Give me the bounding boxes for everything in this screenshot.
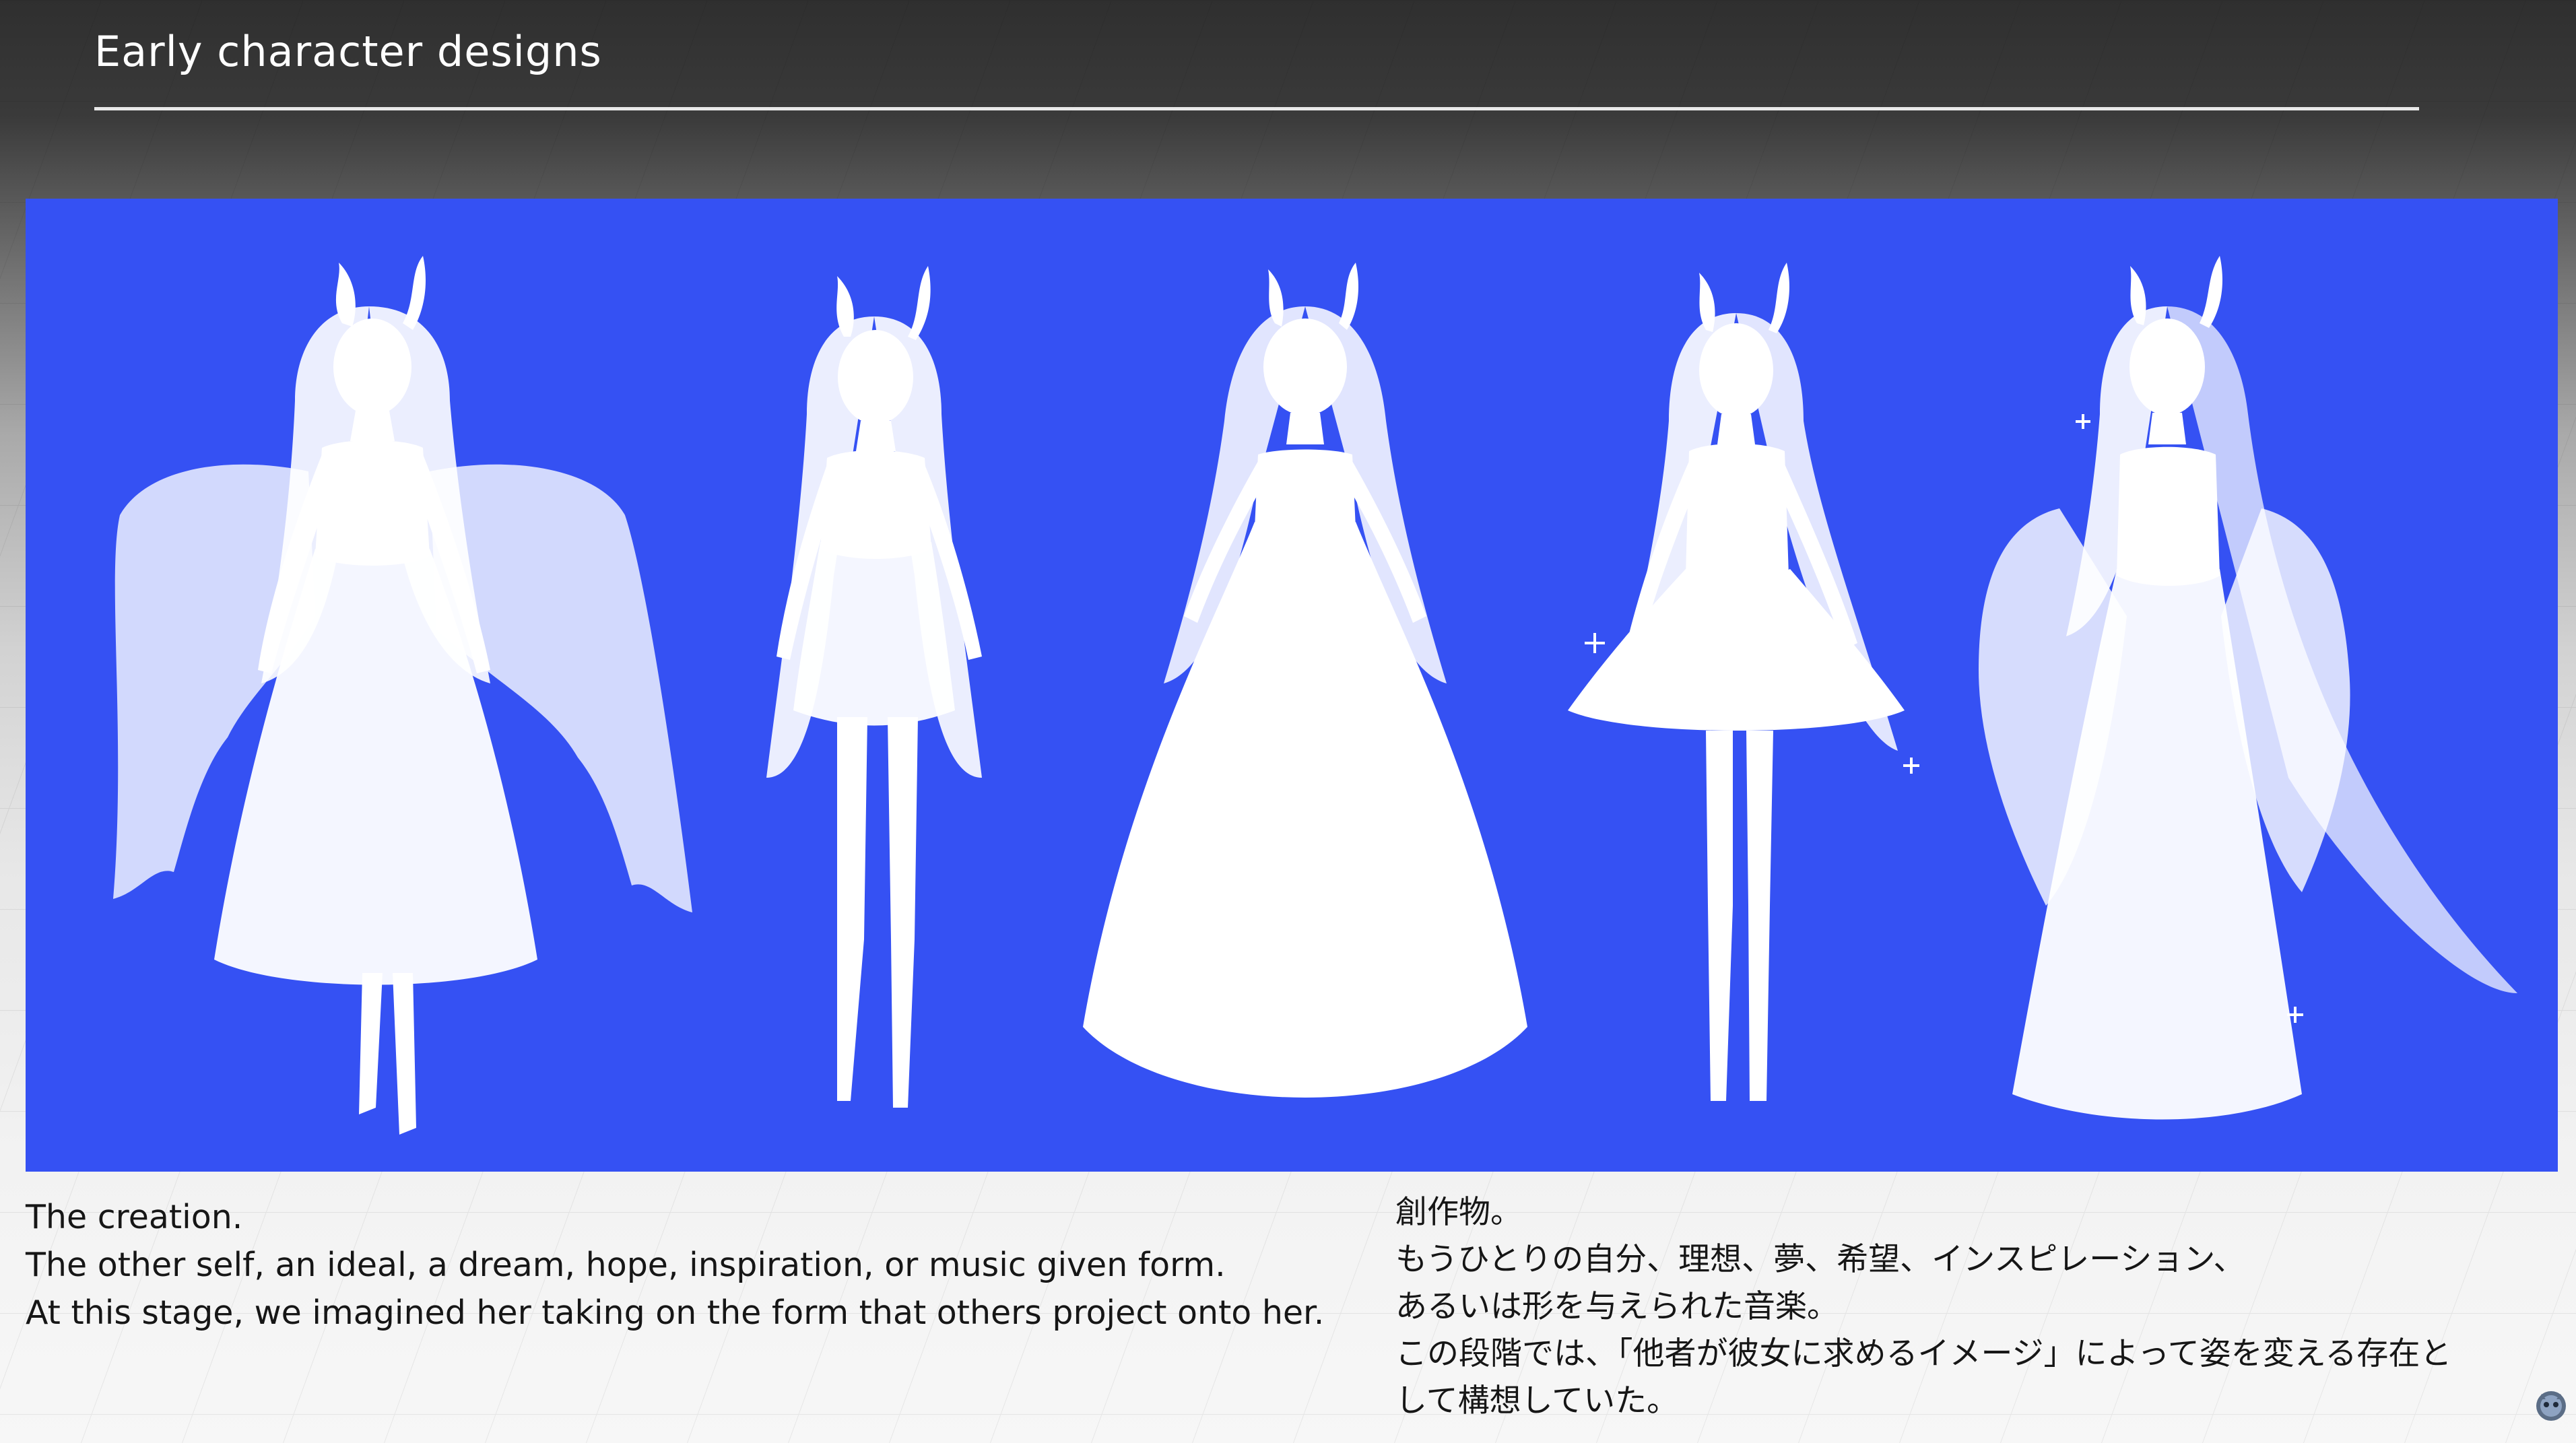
caption-ja-line: あるいは形を与えられた音楽。: [1395, 1288, 1839, 1325]
caption-ja-line: この段階では、「他者が彼女に求めるイメージ」によって姿を変える存在と: [1395, 1335, 2452, 1372]
caption-en-line: The creation.: [26, 1198, 243, 1236]
caption-en-line: At this stage, we imagined her taking on…: [26, 1294, 1325, 1332]
caption-english: The creation. The other self, an ideal, …: [26, 1193, 1366, 1337]
caption-ja-line: 創作物。: [1395, 1194, 1522, 1231]
slide-title: Early character designs: [94, 27, 602, 76]
caption-ja-line: もうひとりの自分、理想、夢、希望、インスピレーション、: [1395, 1241, 2245, 1278]
caption-en-line: The other self, an ideal, a dream, hope,…: [26, 1246, 1226, 1284]
caption-japanese: 創作物。 もうひとりの自分、理想、夢、希望、インスピレーション、 あるいは形を与…: [1395, 1189, 2567, 1425]
title-underline: [94, 107, 2419, 110]
character-designs-artwork: [26, 199, 2558, 1172]
caption-ja-line: して構想していた。: [1395, 1382, 1679, 1419]
assistant-bot-icon[interactable]: [2532, 1386, 2570, 1423]
